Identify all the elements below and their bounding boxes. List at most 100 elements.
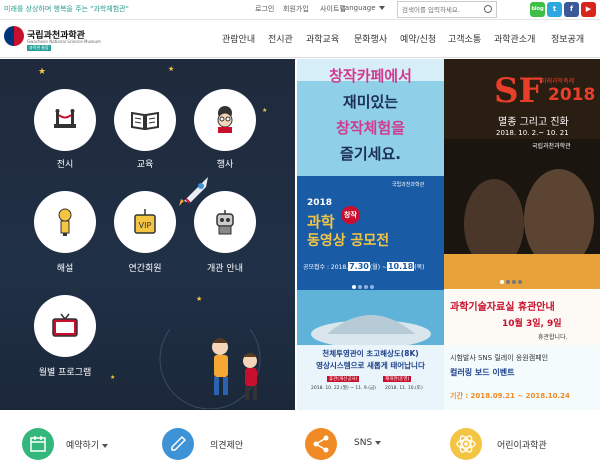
- sns-event-banner[interactable]: 시험발사 SNS 릴레이 응원캠페인 컬러링 보드 이벤트 기간 : 2018.…: [444, 345, 600, 410]
- nav-events[interactable]: 문화행사: [354, 32, 387, 45]
- sns-event-period-end: 2018.10.24: [525, 392, 570, 400]
- sns-event-period: 기간 : 2018.09.21: [450, 392, 515, 400]
- star-icon: ★: [110, 374, 116, 381]
- star-icon: ★: [38, 67, 47, 77]
- planetarium-date-closure: 2018. 10. 22.(월) ~ 11. 9.(금): [311, 386, 376, 391]
- robot-icon: [216, 210, 234, 235]
- monthly-program-label: 월별 프로그램: [38, 368, 92, 378]
- nav-visit-info[interactable]: 관람안내: [222, 32, 255, 45]
- planetarium-line-1: 천체투영관이 초고해상도(8K): [322, 349, 419, 358]
- planetarium-banner[interactable]: 천체투영관이 초고해상도(8K) 영상시스템으로 새롭게 태어납니다 휴관(개선…: [297, 290, 444, 410]
- exhibit-button[interactable]: [34, 89, 96, 151]
- contest-title-2: 동영상 공모전: [307, 233, 390, 249]
- membership-label: 연간회원: [128, 264, 162, 274]
- banner-pager: [500, 277, 550, 284]
- planetarium-line-2: 영상시스템으로 새롭게 태어납니다: [316, 361, 425, 370]
- logo-subtitle: Gwacheon National Science Museum: [27, 39, 101, 44]
- book-icon: [131, 111, 159, 131]
- star-icon: ★: [196, 295, 203, 303]
- contest-date-start: 7.30: [348, 262, 370, 271]
- monthly-program-button[interactable]: [34, 295, 96, 357]
- sf-dates: 2018. 10. 2.~ 10. 21: [496, 129, 569, 137]
- nav-reservation[interactable]: 예약/신청: [400, 32, 436, 45]
- atom-icon[interactable]: [450, 428, 482, 460]
- sf-theme: 멸종 그리고 진화: [498, 117, 569, 128]
- planetarium-note-reopen: 재개관(운영): [383, 376, 412, 382]
- archive-title: 과학기술자료실 휴관안내: [450, 302, 555, 313]
- suggestion-button[interactable]: 의견제안: [210, 438, 243, 451]
- hero-quick-menu: ★ ★ ★ ★ ★ 전시 교육 행사 해설 VIP 연간회원 개관 안내 월별 …: [0, 59, 295, 410]
- creative-cafe-banner[interactable]: 창작카페에서 재미있는 창작체험을 즐기세요.: [297, 59, 444, 176]
- kids-museum-button[interactable]: 어린이과학관: [497, 438, 547, 451]
- archive-closure-banner[interactable]: 과학기술자료실 휴관안내 10월 3일, 9일 휴관합니다.: [444, 290, 600, 345]
- youtube-icon[interactable]: ▶: [581, 2, 596, 17]
- sf-year: 2018: [548, 85, 596, 105]
- reserve-label: 예약하기: [66, 441, 100, 451]
- sf-festival-banner[interactable]: SF 미래과학축제 2018 멸종 그리고 진화 2018. 10. 2.~ 1…: [444, 59, 600, 289]
- star-icon: ★: [168, 65, 175, 73]
- sf-title: SF: [494, 71, 543, 111]
- language-label: Language: [341, 4, 376, 12]
- nav-about[interactable]: 과학관소개: [494, 32, 535, 45]
- logo-badge: 과학관 통합: [27, 45, 51, 51]
- chevron-down-icon: [375, 440, 382, 445]
- nav-customer[interactable]: 고객소통: [448, 32, 481, 45]
- contest-date-end-day: (목): [414, 264, 425, 271]
- sns-label: SNS: [354, 438, 373, 448]
- opening-info-button[interactable]: [194, 191, 256, 253]
- kids-museum-label: 어린이과학관: [497, 441, 547, 451]
- main-header: 국립과천과학관 Gwacheon National Science Museum…: [0, 20, 600, 58]
- video-contest-banner[interactable]: 국립과천과학관 2018 과학 창작 동영상 공모전 공모접수 : 2018.7…: [297, 176, 444, 290]
- cafe-line-4: 즐기세요.: [340, 145, 401, 163]
- scientist-icon: [217, 106, 233, 133]
- archive-dates: 10월 3일, 9일: [502, 319, 562, 329]
- nav-education[interactable]: 과학교육: [306, 32, 339, 45]
- membership-button[interactable]: VIP: [114, 191, 176, 253]
- guide-icon: [58, 208, 72, 236]
- contest-org: 국립과천과학관: [392, 182, 425, 188]
- search-input[interactable]: [398, 2, 482, 17]
- nav-public-info[interactable]: 정보공개: [551, 32, 584, 45]
- site-tagline: 미래를 상상하며 행복을 주는 "과학체험관": [4, 5, 129, 13]
- sns-event-period-sep: ~: [514, 392, 526, 400]
- banner-pager: [352, 282, 392, 289]
- children-illustration: [159, 329, 261, 409]
- nav-exhibition[interactable]: 전시관: [268, 32, 293, 45]
- blog-icon[interactable]: blog: [530, 2, 545, 17]
- sf-subtitle: 미래과학축제: [541, 78, 575, 85]
- login-link[interactable]: 로그인: [255, 4, 274, 14]
- logo-emblem-icon[interactable]: [4, 26, 24, 46]
- guide-button[interactable]: [34, 191, 96, 253]
- archive-note: 휴관합니다.: [538, 334, 568, 341]
- planetarium-photo: [297, 290, 444, 345]
- sns-button[interactable]: SNS: [354, 438, 382, 448]
- signup-link[interactable]: 회원가입: [283, 4, 309, 14]
- cafe-line-1: 창작카페에서: [329, 67, 412, 85]
- calendar-icon[interactable]: [22, 428, 54, 460]
- contest-tag: 창작: [341, 206, 360, 224]
- sns-event-line-2: 컬러링 보드 이벤트: [450, 368, 515, 377]
- contest-date-end: 10.18: [386, 262, 415, 271]
- share-icon[interactable]: [305, 428, 337, 460]
- cafe-line-3: 창작체험을: [335, 119, 405, 137]
- reserve-button[interactable]: 예약하기: [66, 438, 109, 451]
- sns-event-line-1: 시험발사 SNS 릴레이 응원캠페인: [450, 354, 549, 362]
- top-utility-bar: 미래를 상상하며 행복을 주는 "과학체험관" 로그인 회원가입 사이트맵 La…: [0, 0, 600, 20]
- language-select[interactable]: Language: [341, 4, 385, 12]
- opening-info-label: 개관 안내: [207, 264, 243, 274]
- guide-label: 해설: [56, 264, 74, 274]
- contest-title-1: 과학: [307, 213, 335, 231]
- education-button[interactable]: [114, 89, 176, 151]
- quick-links-bar: 예약하기 의견제안 SNS 어린이과학관: [0, 410, 600, 468]
- events-button[interactable]: [194, 89, 256, 151]
- search-box: [397, 1, 497, 18]
- chevron-down-icon: [378, 6, 385, 10]
- twitter-icon[interactable]: t: [547, 2, 562, 17]
- pencil-icon[interactable]: [162, 428, 194, 460]
- sf-organizer: 국립과천과학관: [532, 143, 571, 150]
- planetarium-note-closure: 휴관(개선공사): [327, 376, 360, 382]
- exhibit-icon: [54, 109, 76, 128]
- contest-date-sep: (월) ~: [369, 264, 387, 271]
- search-icon[interactable]: [484, 5, 492, 13]
- facebook-icon[interactable]: f: [564, 2, 579, 17]
